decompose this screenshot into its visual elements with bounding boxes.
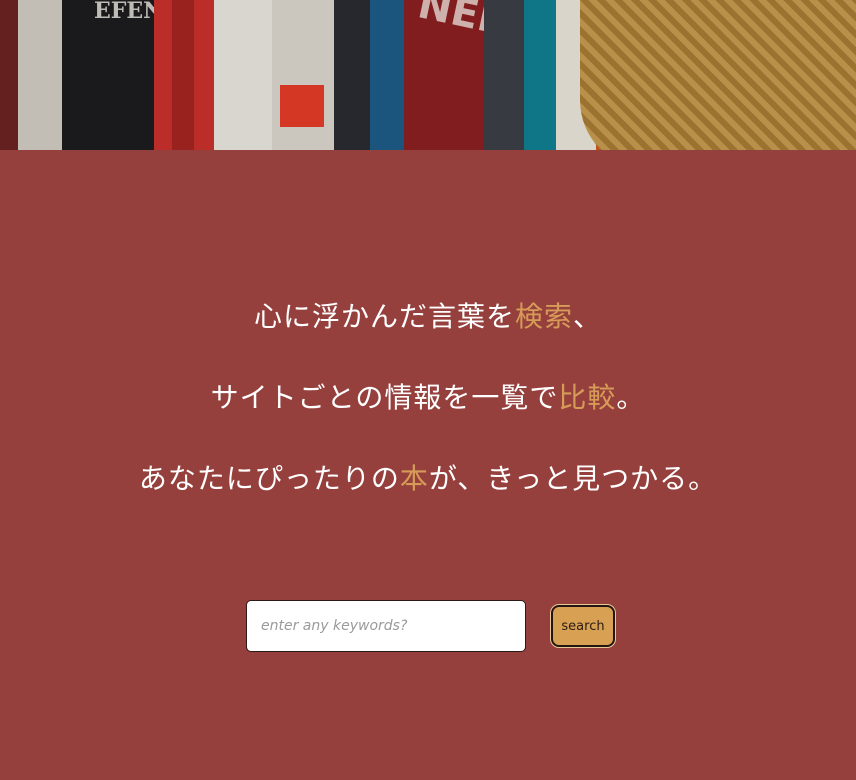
tagline-line-1: 心に浮かんだ言葉を検索、 xyxy=(253,300,603,333)
search-form: search xyxy=(0,600,856,654)
search-button[interactable]: search xyxy=(551,605,615,647)
search-input[interactable] xyxy=(246,600,526,652)
tagline-line-3: あなたにぴったりの本が、きっと見つかる。 xyxy=(138,462,718,495)
tagline: 心に浮かんだ言葉を検索、 サイトごとの情報を一覧で比較。 あなたにぴったりの本が… xyxy=(0,300,856,543)
accent-word: 比較 xyxy=(558,381,617,414)
accent-word: 本 xyxy=(399,462,429,495)
accent-word: 検索 xyxy=(514,300,573,333)
hero-image: EFENSE NEM xyxy=(0,0,856,150)
tagline-line-2: サイトごとの情報を一覧で比較。 xyxy=(210,381,646,414)
